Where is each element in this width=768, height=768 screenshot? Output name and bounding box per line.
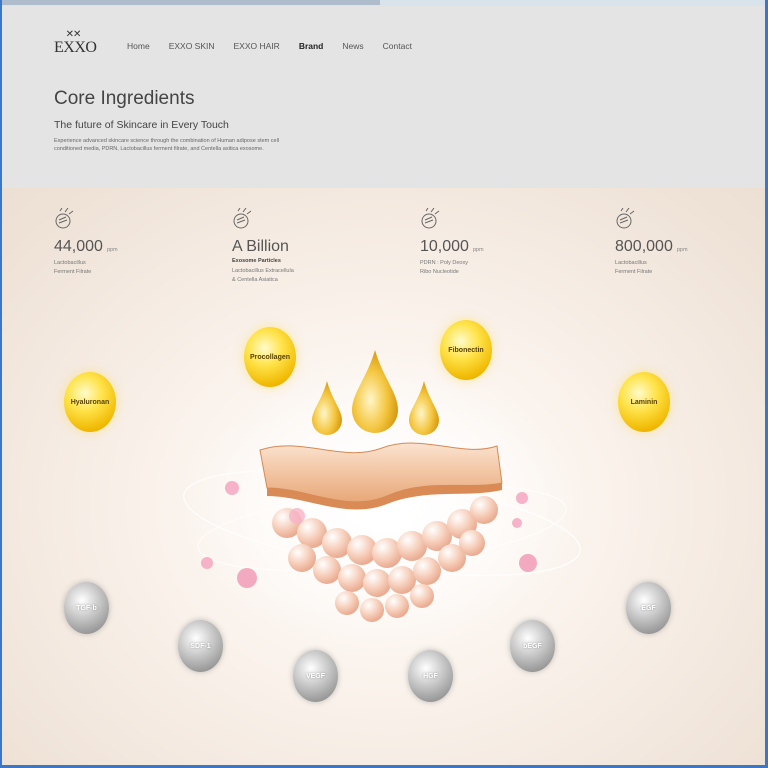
page-title: Core Ingredients (54, 88, 195, 109)
stat-unit: ppm (676, 247, 688, 253)
nav-home[interactable]: Home (127, 41, 150, 51)
nav-brand[interactable]: Brand (299, 41, 324, 51)
stat-unit: ppm (106, 247, 118, 253)
molecule-icon (616, 208, 635, 229)
stat-value: 800,000 (615, 238, 673, 255)
molecule-icon (233, 208, 252, 229)
growth-factor-begf[interactable]: bEGF (510, 620, 555, 672)
skin-layer-illustration (182, 350, 582, 648)
stat-label: Lactobacillus Ferment Filrate (615, 260, 653, 275)
logo-text: EXXO (54, 39, 97, 56)
page-subtitle: The future of Skincare in Every Touch (54, 119, 229, 131)
ingredient-hyaluronan[interactable]: Hyaluronan (64, 372, 116, 432)
stat-unit: ppm (472, 247, 484, 253)
window-title-strip (0, 0, 380, 5)
stat-pdrn: 10,000 ppm PDRN : Poly Deoxy Ribo Nucleoti… (420, 208, 484, 276)
growth-factor-vegf[interactable]: VEGF (293, 650, 338, 702)
stat-lactobacillus: 44,000 ppm Lactobacillus Ferment Filrate (54, 208, 118, 276)
ingredient-laminin[interactable]: Laminin (618, 372, 670, 432)
stat-lactobacillus-2: 800,000 ppm Lactobacillus Ferment Filrate (615, 208, 688, 276)
stat-value: 10,000 (420, 238, 469, 255)
molecule-icon (55, 208, 74, 229)
stat-value: 44,000 (54, 238, 103, 255)
stat-exosome: A Billion Exosome Particles Lactobacillu… (232, 208, 294, 284)
stat-label: Lactobacillus Extracellula & Centella Asi… (232, 268, 294, 283)
brand-logo[interactable]: ✕✕ EXXO (54, 30, 97, 56)
site-header: ✕✕ EXXO Home EXXO SKIN EXXO HAIR Brand N… (2, 6, 765, 188)
ingredient-procollagen[interactable]: Procollagen (244, 327, 296, 387)
growth-factor-hgf[interactable]: HGF (408, 650, 453, 702)
growth-factor-egf[interactable]: EGF (626, 582, 671, 634)
nav-exxo-hair[interactable]: EXXO HAIR (234, 41, 280, 51)
ingredients-hero: 44,000 ppm Lactobacillus Ferment Filrate A… (2, 188, 765, 765)
nav-exxo-skin[interactable]: EXXO SKIN (169, 41, 215, 51)
stat-label: PDRN : Poly Deoxy Ribo Nucleotide (420, 260, 468, 275)
growth-factor-tgf-b[interactable]: TGF-b (64, 582, 109, 634)
nav-news[interactable]: News (342, 41, 363, 51)
stat-label: Lactobacillus Ferment Filrate (54, 260, 92, 275)
stat-bold-label: Exosome Particles (232, 258, 281, 264)
stat-value: A Billion (232, 238, 289, 255)
ingredient-fibonectin[interactable]: Fibonectin (440, 320, 492, 380)
growth-factor-sdf-1[interactable]: SDF-1 (178, 620, 223, 672)
page-description: Experience advanced skincare science thr… (54, 138, 280, 152)
nav-contact[interactable]: Contact (383, 41, 412, 51)
main-nav: Home EXXO SKIN EXXO HAIR Brand News Cont… (127, 41, 431, 51)
molecule-icon (421, 208, 440, 229)
